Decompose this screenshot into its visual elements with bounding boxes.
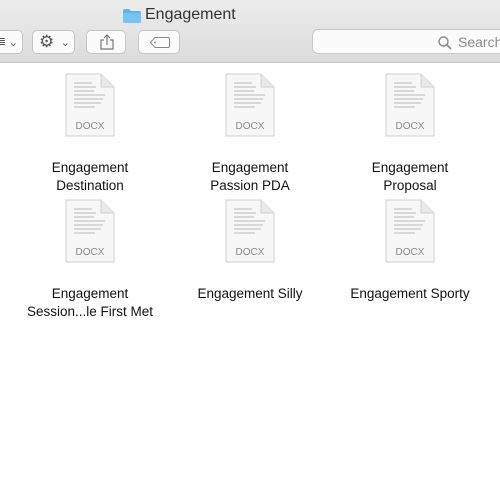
view-icon: ≣ (0, 34, 7, 48)
chevron-down-icon: ⌄ (8, 37, 18, 49)
chevron-down-icon: ⌄ (60, 37, 70, 49)
file-name: Engagement Session...le First Met (26, 286, 154, 319)
docx-file-icon: DOCX (225, 199, 275, 263)
file-name: Engagement Destination (51, 160, 129, 193)
tag-button[interactable] (138, 30, 180, 54)
docx-file-icon: DOCX (65, 199, 115, 263)
file-name: Engagement Silly (197, 286, 303, 301)
file-type-label: DOCX (396, 121, 425, 132)
file-name: Engagement Passion PDA (210, 160, 290, 193)
file-type-label: DOCX (76, 121, 105, 132)
folder-icon (123, 9, 141, 23)
tag-icon (150, 37, 170, 48)
file-type-label: DOCX (76, 247, 105, 258)
gear-icon: ⚙ (39, 32, 55, 51)
share-icon (100, 34, 114, 50)
file-type-label: DOCX (236, 121, 265, 132)
file-type-label: DOCX (396, 247, 425, 258)
file-name: Engagement Sporty (350, 286, 470, 301)
action-menu-button[interactable]: ⚙ ⌄ (32, 30, 75, 54)
file-name: Engagement Proposal (371, 160, 449, 193)
docx-file-icon: DOCX (65, 73, 115, 137)
window-title-bar: Engagement (0, 3, 500, 25)
search-placeholder: Search (458, 34, 500, 50)
docx-file-icon: DOCX (225, 73, 275, 137)
share-button[interactable] (86, 30, 126, 54)
docx-file-icon: DOCX (385, 199, 435, 263)
finder-toolbar: Engagement ≣ ⌄ ⚙ ⌄ Search (0, 0, 500, 63)
file-icon-grid: DOCX Engagement Destination DOCX Engageme… (0, 63, 500, 500)
view-options-button[interactable]: ≣ ⌄ (0, 30, 23, 54)
window-title: Engagement (145, 6, 236, 23)
docx-file-icon: DOCX (385, 73, 435, 137)
search-field[interactable]: Search (312, 29, 500, 54)
file-type-label: DOCX (236, 247, 265, 258)
search-icon (438, 36, 452, 50)
